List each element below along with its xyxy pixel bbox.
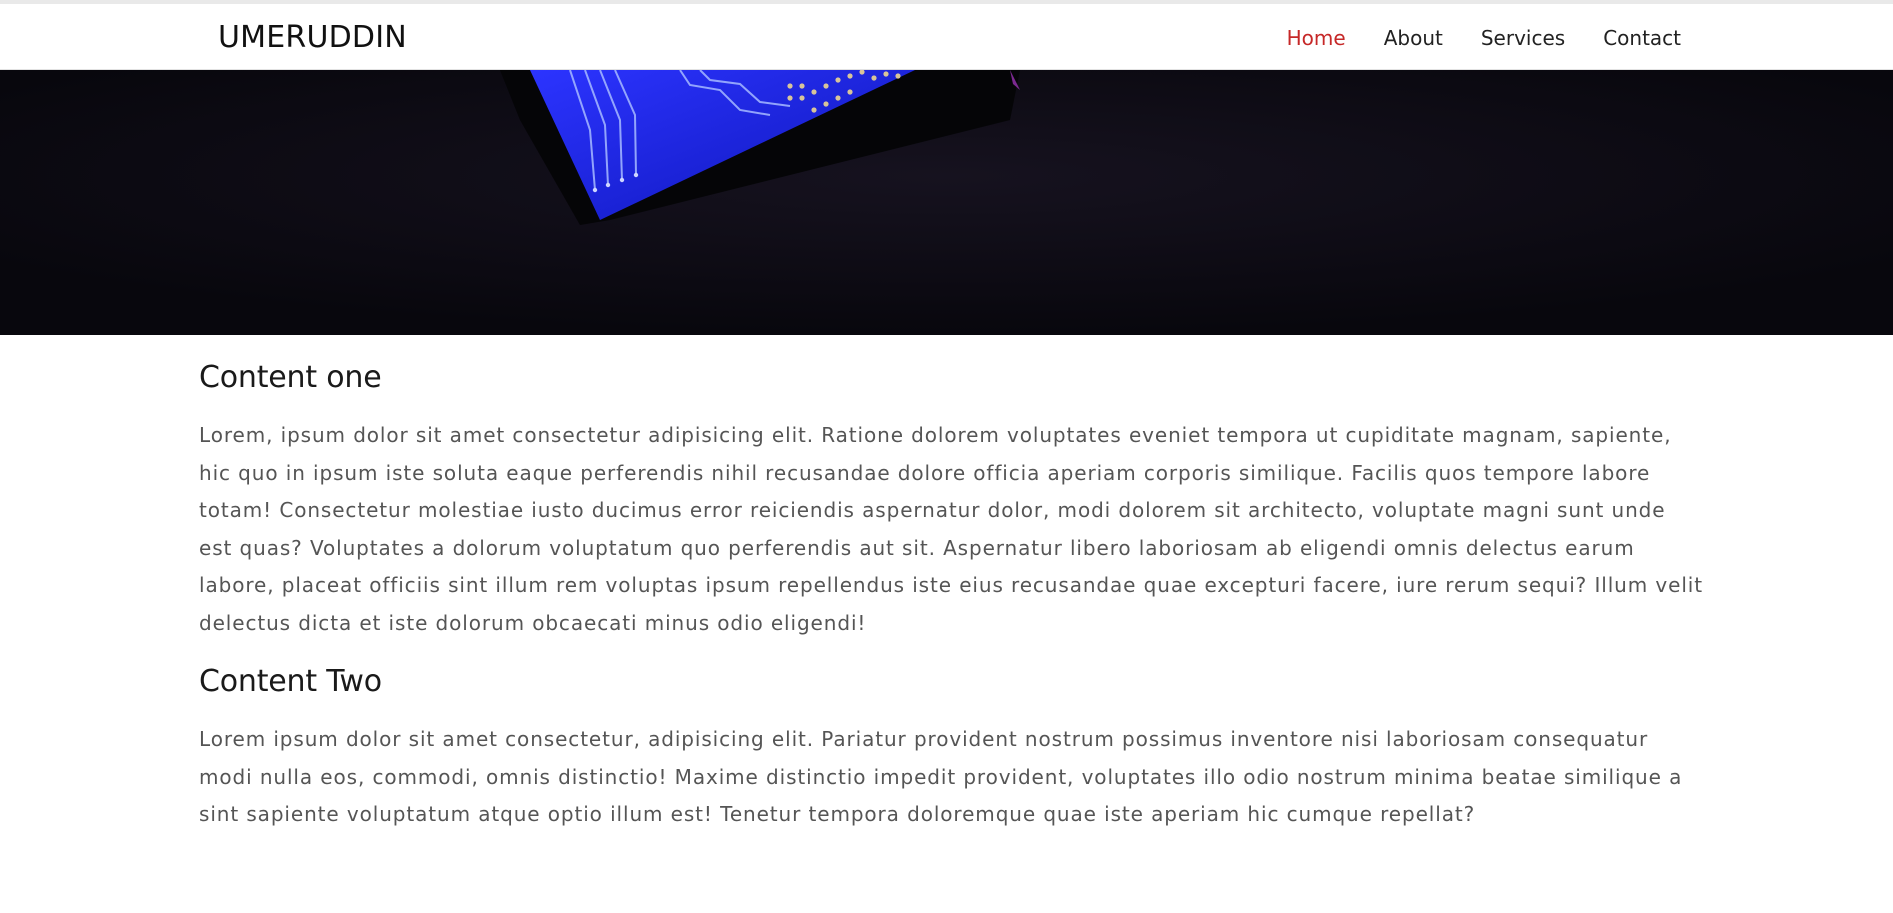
nav-item-about: About (1384, 26, 1443, 50)
section-content-one: Content one Lorem, ipsum dolor sit amet … (199, 360, 1704, 642)
nav-item-contact: Contact (1603, 26, 1681, 50)
nav-link-home[interactable]: Home (1287, 26, 1346, 50)
nav-item-services: Services (1481, 26, 1565, 50)
nav-link-contact[interactable]: Contact (1603, 26, 1681, 50)
section-title: Content Two (199, 664, 382, 699)
main-nav: Home About Services Contact (1287, 26, 1681, 50)
brand-logo[interactable]: UMERUDDIN (218, 20, 407, 55)
navbar: UMERUDDIN Home About Services Contact (0, 4, 1893, 70)
nav-item-home: Home (1287, 26, 1346, 50)
section-paragraph: Lorem, ipsum dolor sit amet consectetur … (199, 423, 1703, 635)
section-paragraph: Lorem ipsum dolor sit amet consectetur, … (199, 727, 1683, 826)
section-content-two: Content Two Lorem ipsum dolor sit amet c… (199, 664, 1704, 834)
main-content: Content one Lorem, ipsum dolor sit amet … (199, 360, 1704, 856)
hero-circuit-image (0, 70, 1893, 335)
hero-banner (0, 70, 1893, 335)
section-title: Content one (199, 360, 382, 395)
nav-link-about[interactable]: About (1384, 26, 1443, 50)
nav-link-services[interactable]: Services (1481, 26, 1565, 50)
